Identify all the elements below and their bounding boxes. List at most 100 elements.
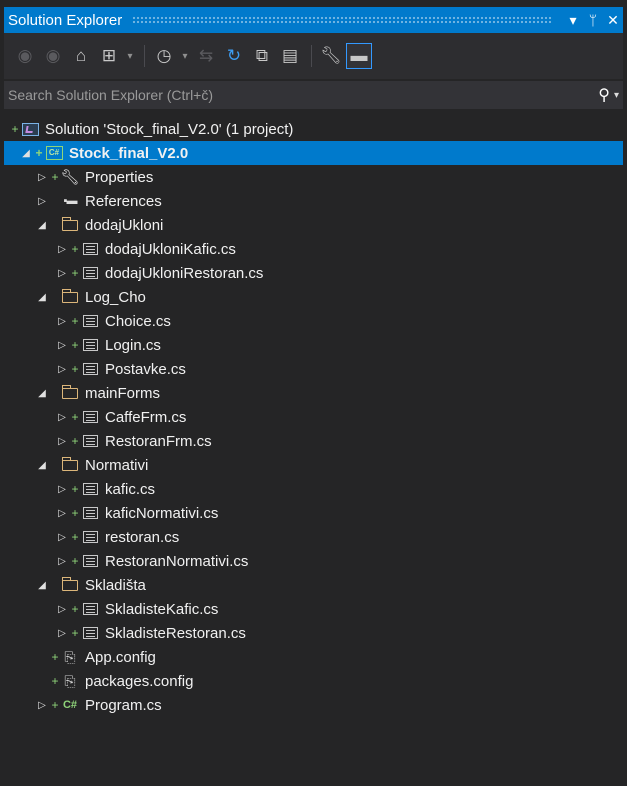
home-icon[interactable]: ⌂ (68, 43, 94, 69)
added-icon: + (71, 482, 79, 496)
search-options-dropdown-icon[interactable]: ▾ (614, 90, 619, 101)
tree-item-label: kaficNormativi.cs (105, 504, 219, 522)
expanded-arrow-icon[interactable]: ◢ (34, 388, 50, 399)
tree-item-file[interactable]: ▷ + SkladisteRestoran.cs (4, 621, 623, 645)
switch-views-icon[interactable]: ⊞ (96, 43, 122, 69)
collapsed-arrow-icon[interactable]: ▷ (34, 196, 50, 207)
folder-icon (61, 216, 79, 233)
collapsed-arrow-icon[interactable]: ▷ (34, 700, 50, 711)
window-position-dropdown-icon[interactable]: ▾ (563, 12, 583, 29)
tree-item-label: Postavke.cs (105, 360, 186, 378)
tree-item-file[interactable]: ▷ + Choice.cs (4, 309, 623, 333)
tree-item-label: restoran.cs (105, 528, 180, 546)
tree-item-file[interactable]: ▷ + Login.cs (4, 333, 623, 357)
tree-item-label: Normativi (85, 456, 149, 474)
pending-changes-filter-icon[interactable]: ◷ (151, 43, 177, 69)
collapsed-arrow-icon[interactable]: ▷ (34, 172, 50, 183)
preview-selected-items-icon[interactable]: ▬ (346, 43, 372, 69)
tree-item-project[interactable]: ◢ + C# Stock_final_V2.0 (4, 141, 623, 165)
tree-item-file[interactable]: ▷ + dodajUkloniRestoran.cs (4, 261, 623, 285)
collapsed-arrow-icon[interactable]: ▷ (54, 628, 70, 639)
added-icon: + (71, 266, 79, 280)
tree-item-file[interactable]: ▷ + Postavke.cs (4, 357, 623, 381)
refresh-icon[interactable]: ↻ (221, 43, 247, 69)
switch-views-dropdown-icon[interactable]: ▾ (124, 43, 136, 69)
tree-item-label: Program.cs (85, 696, 162, 714)
tree-item-label: Login.cs (105, 336, 161, 354)
added-icon: + (35, 146, 43, 160)
references-icon: ▪▬ (63, 195, 78, 207)
search-input[interactable]: Search Solution Explorer (Ctrl+č) (8, 87, 598, 103)
tree-item-label: Solution 'Stock_final_V2.0' (1 project) (45, 120, 294, 138)
tree-item-file[interactable]: ▷ + kafic.cs (4, 477, 623, 501)
tree-item-properties[interactable]: ▷ + 🔧︎ Properties (4, 165, 623, 189)
collapsed-arrow-icon[interactable]: ▷ (54, 508, 70, 519)
collapsed-arrow-icon[interactable]: ▷ (54, 556, 70, 567)
added-icon: + (51, 698, 59, 712)
title-grip[interactable] (132, 16, 553, 24)
folder-icon (61, 576, 79, 593)
tree-item-file[interactable]: ▷ + CaffeFrm.cs (4, 405, 623, 429)
tree-item-file[interactable]: ▷ + RestoranNormativi.cs (4, 549, 623, 573)
tree-item-label: dodajUkloniRestoran.cs (105, 264, 264, 282)
collapsed-arrow-icon[interactable]: ▷ (54, 436, 70, 447)
collapsed-arrow-icon[interactable]: ▷ (54, 244, 70, 255)
tree-item-folder[interactable]: ◢ Normativi (4, 453, 623, 477)
form-file-icon (81, 313, 99, 329)
collapsed-arrow-icon[interactable]: ▷ (54, 412, 70, 423)
close-icon[interactable]: ✕ (603, 12, 623, 29)
tree-item-label: References (85, 192, 162, 210)
tree-item-folder[interactable]: ◢ Skladišta (4, 573, 623, 597)
auto-hide-pin-icon[interactable]: ᛘ (583, 12, 603, 28)
form-file-icon (81, 265, 99, 281)
collapsed-arrow-icon[interactable]: ▷ (54, 484, 70, 495)
back-icon[interactable]: ◉ (12, 43, 38, 69)
wrench-icon: 🔧︎ (60, 169, 80, 186)
tree-item-file[interactable]: + ⎘ App.config (4, 645, 623, 669)
tree-item-file[interactable]: ▷ + kaficNormativi.cs (4, 501, 623, 525)
collapsed-arrow-icon[interactable]: ▷ (54, 340, 70, 351)
toolbar-separator (311, 45, 312, 67)
forward-icon[interactable]: ◉ (40, 43, 66, 69)
expanded-arrow-icon[interactable]: ◢ (34, 292, 50, 303)
form-file-icon (81, 241, 99, 257)
tree-item-file[interactable]: ▷ + dodajUkloniKafic.cs (4, 237, 623, 261)
added-icon: + (51, 674, 59, 688)
collapsed-arrow-icon[interactable]: ▷ (54, 268, 70, 279)
title-bar: Solution Explorer ▾ ᛘ ✕ (4, 7, 623, 33)
collapsed-arrow-icon[interactable]: ▷ (54, 604, 70, 615)
expanded-arrow-icon[interactable]: ◢ (34, 460, 50, 471)
sync-with-active-document-icon[interactable]: ⇆ (193, 43, 219, 69)
toolbar-separator (144, 45, 145, 67)
solution-icon (21, 121, 39, 137)
expanded-arrow-icon[interactable]: ◢ (34, 580, 50, 591)
tree-item-label: SkladisteKafic.cs (105, 600, 219, 618)
tree-item-solution[interactable]: + Solution 'Stock_final_V2.0' (1 project… (4, 117, 623, 141)
collapsed-arrow-icon[interactable]: ▷ (54, 364, 70, 375)
tree-item-label: RestoranFrm.cs (105, 432, 212, 450)
tree-item-file[interactable]: ▷ + C# Program.cs (4, 693, 623, 717)
expanded-arrow-icon[interactable]: ◢ (18, 148, 34, 159)
tree-item-file[interactable]: ▷ + restoran.cs (4, 525, 623, 549)
tree-item-file[interactable]: + ⎘ packages.config (4, 669, 623, 693)
expanded-arrow-icon[interactable]: ◢ (34, 220, 50, 231)
tree-item-label: CaffeFrm.cs (105, 408, 187, 426)
tree-item-folder[interactable]: ◢ dodajUkloni (4, 213, 623, 237)
tree-item-label: RestoranNormativi.cs (105, 552, 249, 570)
collapsed-arrow-icon[interactable]: ▷ (54, 532, 70, 543)
tree-item-file[interactable]: ▷ + SkladisteKafic.cs (4, 597, 623, 621)
collapse-all-icon[interactable]: ⧉ (249, 43, 275, 69)
config-file-icon: ⎘ (64, 672, 76, 689)
search-box[interactable]: Search Solution Explorer (Ctrl+č) ⚲ ▾ (4, 81, 623, 109)
tree-item-folder[interactable]: ◢ mainForms (4, 381, 623, 405)
collapsed-arrow-icon[interactable]: ▷ (54, 316, 70, 327)
filter-dropdown-icon[interactable]: ▾ (179, 43, 191, 69)
show-all-files-icon[interactable]: ▤ (277, 43, 303, 69)
tree-item-references[interactable]: ▷ ▪▬ References (4, 189, 623, 213)
tree-item-label: SkladisteRestoran.cs (105, 624, 246, 642)
tree-item-file[interactable]: ▷ + RestoranFrm.cs (4, 429, 623, 453)
tree-item-folder[interactable]: ◢ Log_Cho (4, 285, 623, 309)
folder-icon (61, 384, 79, 401)
properties-wrench-icon[interactable]: 🔧︎ (318, 43, 344, 69)
search-icon[interactable]: ⚲ (598, 85, 610, 105)
